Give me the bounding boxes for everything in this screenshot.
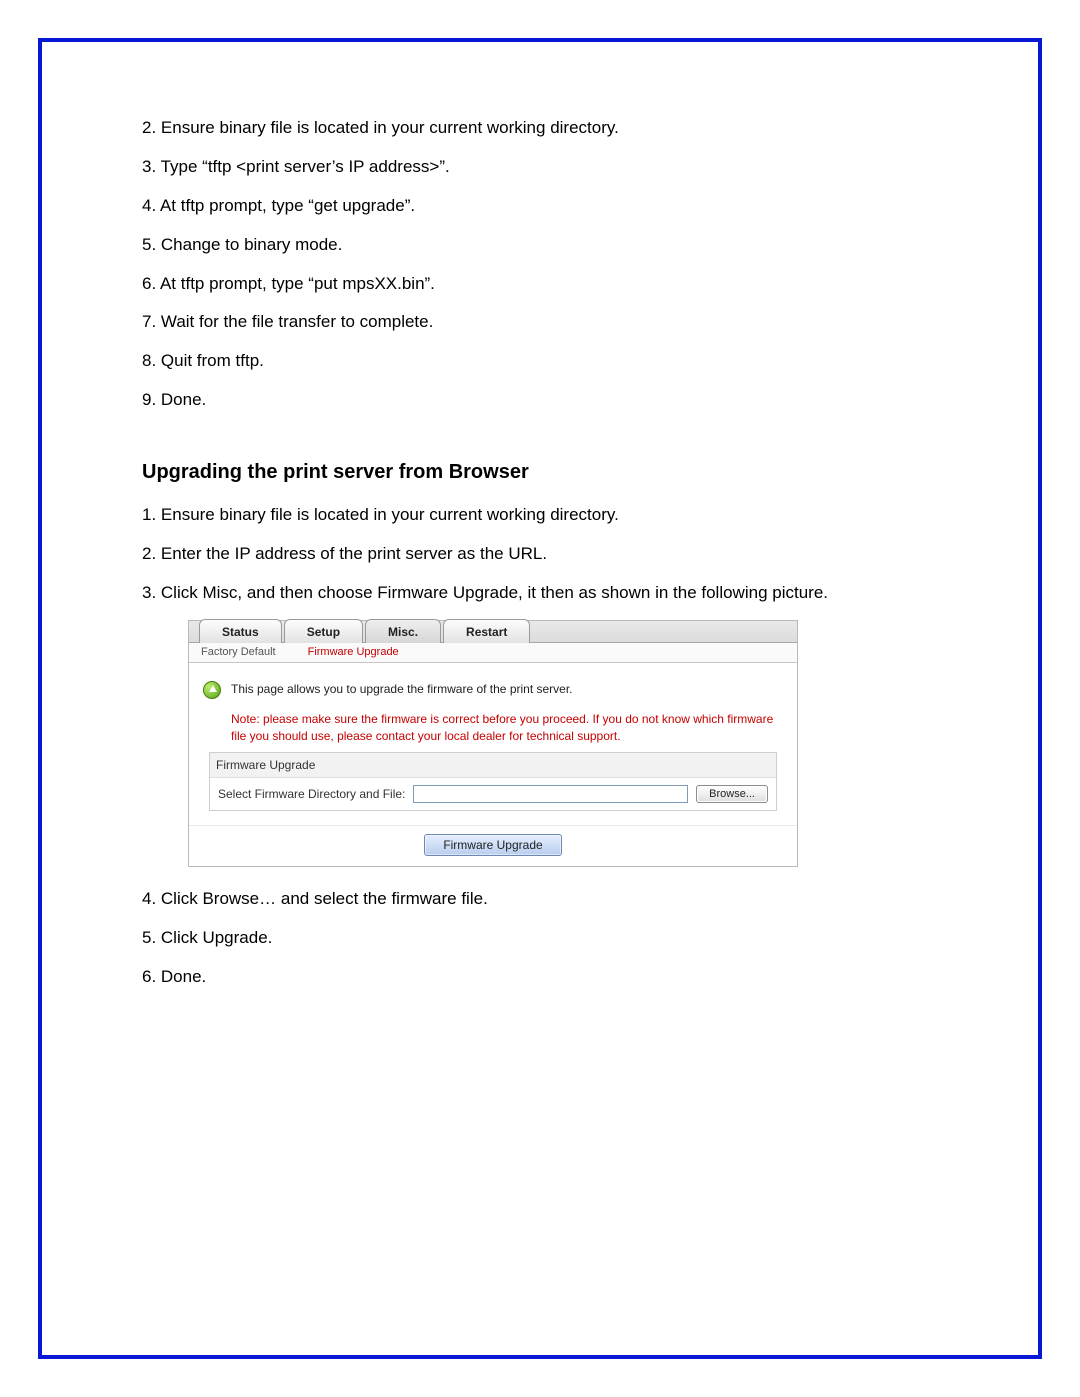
step: 8. Quit from tftp. [142, 347, 938, 376]
page-content: 2. Ensure binary file is located in your… [42, 42, 1038, 1042]
step: 4. Click Browse… and select the firmware… [142, 885, 938, 914]
step: 1. Ensure binary file is located in your… [142, 501, 938, 530]
note-label: Note: [231, 712, 260, 726]
tab-misc[interactable]: Misc. [365, 619, 441, 643]
tab-setup[interactable]: Setup [284, 619, 363, 643]
note-text: Note: please make sure the firmware is c… [231, 711, 783, 745]
note-body: please make sure the firmware is correct… [231, 712, 773, 743]
firmware-upgrade-panel: Status Setup Misc. Restart Factory Defau… [188, 620, 798, 868]
firmware-file-input[interactable] [413, 785, 688, 803]
firmware-upgrade-button[interactable]: Firmware Upgrade [424, 834, 561, 856]
firmware-upgrade-box: Firmware Upgrade Select Firmware Directo… [209, 752, 777, 811]
upload-icon [203, 681, 221, 699]
step: 4. At tftp prompt, type “get upgrade”. [142, 192, 938, 221]
step: 6. At tftp prompt, type “put mpsXX.bin”. [142, 270, 938, 299]
submenu-firmware-upgrade[interactable]: Firmware Upgrade [308, 644, 399, 661]
info-text: This page allows you to upgrade the firm… [231, 681, 573, 698]
step: 6. Done. [142, 963, 938, 992]
browse-button[interactable]: Browse... [696, 785, 768, 803]
tab-restart[interactable]: Restart [443, 619, 530, 643]
tab-status[interactable]: Status [199, 619, 282, 643]
page-border: 2. Ensure binary file is located in your… [38, 38, 1042, 1359]
step: 7. Wait for the file transfer to complet… [142, 308, 938, 337]
firmware-box-title: Firmware Upgrade [210, 753, 776, 778]
step: 5. Change to binary mode. [142, 231, 938, 260]
submenu-factory-default[interactable]: Factory Default [201, 644, 276, 661]
step: 3. Type “tftp <print server’s IP address… [142, 153, 938, 182]
step: 9. Done. [142, 386, 938, 415]
select-file-label: Select Firmware Directory and File: [218, 785, 405, 803]
tab-bar: Status Setup Misc. Restart [189, 621, 797, 643]
step: 2. Ensure binary file is located in your… [142, 114, 938, 143]
step: 2. Enter the IP address of the print ser… [142, 540, 938, 569]
upgrade-button-row: Firmware Upgrade [189, 825, 797, 866]
submenu: Factory Default Firmware Upgrade [189, 643, 797, 663]
step: 5. Click Upgrade. [142, 924, 938, 953]
step: 3. Click Misc, and then choose Firmware … [142, 579, 938, 608]
info-area: This page allows you to upgrade the firm… [189, 663, 797, 826]
section-heading: Upgrading the print server from Browser [142, 457, 938, 487]
